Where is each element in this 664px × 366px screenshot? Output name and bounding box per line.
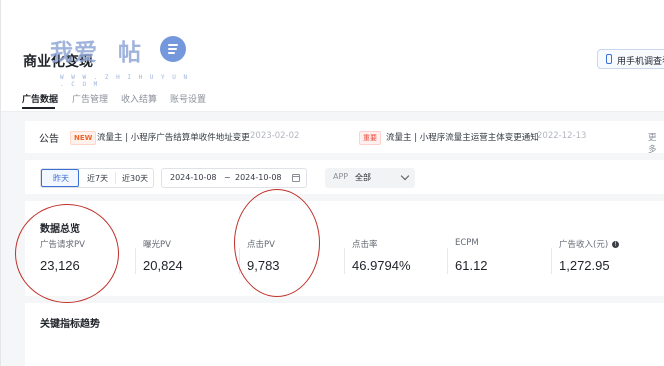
metric-ecpm: ECPM 61.12	[455, 238, 488, 273]
metric-divider	[447, 248, 448, 274]
mobile-view-button[interactable]: 用手机调查看数	[597, 49, 664, 69]
frame-edge	[0, 0, 1, 366]
notice-item-2[interactable]: 流量主 | 小程序流量主运营主体变更通知	[386, 131, 539, 143]
notice-bar: 公告 NEW 流量主 | 小程序广告结算单收件地址变更 2023-02-02 重…	[25, 121, 664, 155]
notice-more-link[interactable]: 更多	[648, 131, 664, 155]
metric-value: 46.9794%	[352, 258, 411, 273]
annotation-circle-clicks	[234, 189, 320, 297]
tab-ad-data[interactable]: 广告数据	[22, 92, 58, 105]
chevron-down-icon	[400, 171, 410, 181]
date-picker[interactable]: 2024-10-08 ~ 2024-10-08	[161, 168, 307, 188]
notice-item-1-date: 2023-02-02	[250, 131, 300, 141]
range-divider	[115, 172, 116, 184]
new-badge: NEW	[70, 131, 97, 145]
range-yesterday[interactable]: 昨天	[53, 173, 69, 184]
metric-value: 61.12	[455, 258, 488, 273]
mobile-view-label: 用手机调查看数	[617, 57, 664, 67]
watermark-logo-icon	[160, 36, 186, 62]
notice-item-1[interactable]: 流量主 | 小程序广告结算单收件地址变更	[97, 131, 250, 143]
metric-divider	[551, 248, 552, 274]
tab-account-settings[interactable]: 账号设置	[170, 92, 206, 105]
watermark: 我爱帖 W W W . Z H I H U Y U N . C O M	[50, 33, 190, 88]
metric-label: 广告收入(元)!	[559, 238, 620, 250]
metric-label: 点击率	[352, 240, 378, 250]
metric-divider	[135, 248, 136, 274]
key-trend-title: 关键指标趋势	[40, 319, 100, 330]
key-trend-panel: 关键指标趋势	[25, 303, 664, 366]
data-overview-panel: 数据总览 广告请求PV 23,126 曝光PV 20,824 点击PV 9,78…	[25, 201, 664, 296]
metric-value: 20,824	[143, 258, 183, 273]
info-icon[interactable]: !	[612, 241, 620, 248]
annotation-circle-requests	[15, 204, 119, 303]
metric-value: 1,272.95	[559, 258, 610, 273]
metric-ad-revenue: 广告收入(元)! 1,272.95	[559, 238, 620, 273]
range-7-days[interactable]: 近7天	[87, 173, 108, 184]
metric-divider	[344, 248, 345, 274]
app-select[interactable]: APP 全部	[325, 168, 415, 188]
date-separator: ~	[224, 173, 231, 182]
date-range-selector: 昨天 近7天 近30天	[40, 168, 154, 188]
app-select-label: APP	[333, 172, 349, 181]
filter-bar: 昨天 近7天 近30天 2024-10-08 ~ 2024-10-08 APP …	[25, 160, 664, 194]
watermark-text: 我爱帖	[50, 40, 142, 66]
calendar-icon[interactable]	[292, 174, 300, 182]
app-select-value: 全部	[355, 173, 371, 182]
notice-title: 公告	[39, 134, 59, 145]
tab-active-underline	[22, 107, 55, 109]
watermark-url: W W W . Z H I H U Y U N . C O M	[60, 74, 190, 88]
phone-icon	[606, 54, 612, 64]
date-from[interactable]: 2024-10-08	[170, 173, 217, 182]
date-to[interactable]: 2024-10-08	[235, 173, 282, 182]
tab-income-settlement[interactable]: 收入结算	[121, 92, 157, 105]
important-badge: 重要	[359, 131, 381, 145]
metric-impressions: 曝光PV 20,824	[143, 238, 183, 273]
metric-label: ECPM	[455, 238, 479, 248]
notice-item-2-date: 2022-12-13	[537, 131, 587, 141]
range-30-days[interactable]: 近30天	[122, 173, 148, 184]
metric-ctr: 点击率 46.9794%	[352, 238, 411, 273]
tab-ad-management[interactable]: 广告管理	[72, 92, 108, 105]
metric-label: 曝光PV	[143, 240, 171, 250]
